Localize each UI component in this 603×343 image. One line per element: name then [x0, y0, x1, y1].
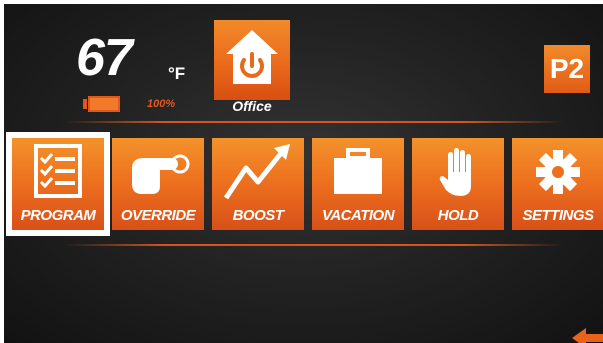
checklist-icon: [34, 144, 82, 198]
thermostat-screen: 67 °F 100% Office P2 PROGRAM OVERRIDE BO…: [4, 4, 603, 343]
settings-label: SETTINGS: [522, 207, 594, 224]
temperature-value: 67: [76, 29, 133, 87]
temperature-unit: °F: [168, 64, 186, 83]
profile-button[interactable]: P2: [544, 45, 590, 93]
battery-percent: 100%: [147, 98, 176, 110]
hold-label: HOLD: [437, 207, 479, 224]
pointing-hand-icon: [132, 154, 190, 194]
battery-icon: [83, 96, 120, 112]
trend-up-arrow-icon: [223, 144, 290, 200]
vacation-button[interactable]: VACATION: [312, 138, 404, 230]
vacation-label: VACATION: [321, 207, 395, 224]
gear-icon: [536, 150, 580, 194]
override-label: OVERRIDE: [120, 207, 196, 224]
raised-hand-icon: [439, 148, 471, 196]
zone-office-button[interactable]: Office: [214, 20, 290, 116]
zone-tile: [214, 20, 290, 100]
home-power-icon: [226, 30, 278, 84]
boost-button[interactable]: BOOST: [212, 138, 304, 230]
settings-button[interactable]: SETTINGS: [512, 138, 603, 230]
zone-label: Office: [232, 98, 272, 114]
top-divider: [64, 121, 564, 123]
program-button[interactable]: PROGRAM: [6, 132, 110, 236]
bottom-divider: [64, 244, 564, 246]
boost-label: BOOST: [232, 207, 284, 224]
hold-button[interactable]: HOLD: [412, 138, 504, 230]
back-arrow-icon[interactable]: [572, 326, 603, 343]
suitcase-icon: [334, 148, 382, 194]
override-button[interactable]: OVERRIDE: [112, 138, 204, 230]
program-label: PROGRAM: [20, 207, 96, 224]
